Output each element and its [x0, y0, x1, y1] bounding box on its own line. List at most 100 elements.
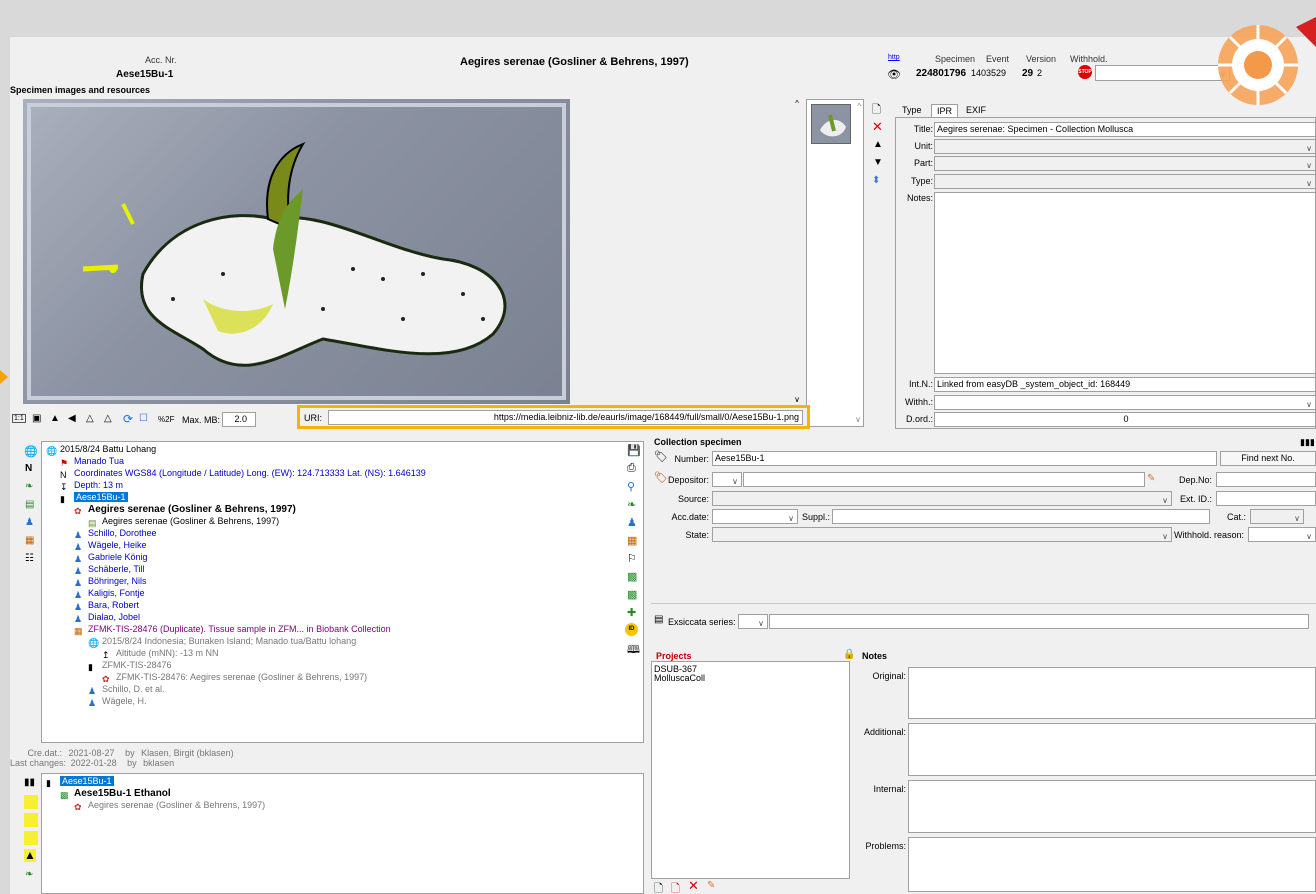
- move-down-icon[interactable]: ▼: [873, 157, 883, 168]
- tab-ipr[interactable]: IPR: [931, 104, 959, 117]
- flip-icon[interactable]: △: [104, 413, 112, 424]
- thumb-scroll-up[interactable]: ^: [857, 102, 861, 111]
- frame-icon[interactable]: ☐: [139, 413, 148, 424]
- north-icon[interactable]: N: [25, 463, 32, 474]
- intn-field[interactable]: Linked from easyDB _system_object_id: 16…: [934, 377, 1316, 392]
- thumbnail-item[interactable]: [811, 104, 851, 144]
- thumbnail-list[interactable]: ^ ∨: [806, 99, 864, 427]
- add-icon[interactable]: ✚: [627, 606, 636, 619]
- lock-icon[interactable]: 🔒: [843, 649, 855, 660]
- globe-dropdown-icon[interactable]: 🌐: [24, 445, 38, 458]
- depositor-field[interactable]: [743, 472, 1145, 487]
- thumb-scroll-down[interactable]: ∨: [855, 415, 861, 424]
- withhold-reason-select[interactable]: ∨: [1248, 527, 1316, 542]
- problems-notes[interactable]: [908, 837, 1316, 892]
- extid-field[interactable]: [1216, 491, 1316, 506]
- label-list-icon[interactable]: [24, 831, 38, 845]
- warning-icon[interactable]: ▲: [24, 849, 36, 862]
- photo-scrollbar[interactable]: ^ ∨: [789, 99, 805, 404]
- species-icon: ✿: [74, 802, 82, 812]
- delete-project-icon[interactable]: ✕: [688, 878, 699, 894]
- project-item[interactable]: MolluscaColl: [654, 673, 705, 683]
- person-icon[interactable]: ♟: [25, 517, 34, 528]
- number-field[interactable]: Aese15Bu-1: [712, 451, 1217, 466]
- projects-list[interactable]: DSUB-367 MolluscaColl: [651, 661, 850, 879]
- tab-exif[interactable]: EXIF: [961, 104, 991, 116]
- rotate-left-icon[interactable]: ◀: [68, 413, 76, 424]
- save-icon[interactable]: 💾: [627, 444, 641, 457]
- book-icon[interactable]: 🕮: [627, 641, 640, 660]
- duplicate-icon: ▦: [74, 626, 83, 636]
- part-select[interactable]: ∨: [934, 156, 1316, 171]
- image-icon[interactable]: ▩: [627, 570, 637, 583]
- zoom-in-icon[interactable]: ▲: [50, 413, 60, 424]
- dord-field[interactable]: 0: [934, 412, 1316, 427]
- internal-notes[interactable]: [908, 780, 1316, 833]
- tree-row-label: Schillo, D. et al.: [102, 684, 165, 694]
- eye-icon[interactable]: 👁: [887, 68, 901, 81]
- type-select[interactable]: ∨: [934, 174, 1316, 189]
- tree-row[interactable]: ♟ Wägele, H.: [88, 696, 147, 709]
- withh-select[interactable]: ∨: [934, 395, 1316, 410]
- depositor-select[interactable]: ∨: [712, 472, 742, 487]
- move-up-icon[interactable]: ▲: [873, 139, 883, 150]
- unit-select[interactable]: ∨: [934, 139, 1316, 154]
- duplicate-icon[interactable]: ▦: [25, 535, 34, 546]
- uri-field[interactable]: https://media.leibniz-lib.de/eaurls/imag…: [328, 410, 803, 425]
- barcode-icon-2[interactable]: ▮▮▮: [1300, 437, 1315, 448]
- leaf-dropdown-icon[interactable]: ❧: [627, 498, 636, 511]
- exsiccata-field[interactable]: [769, 614, 1309, 629]
- max-mb-field[interactable]: 2.0: [222, 412, 256, 427]
- barcode-icon[interactable]: ▮▮: [24, 777, 35, 788]
- image-icon-2[interactable]: ▩: [627, 588, 637, 601]
- remove-project-icon[interactable]: 🗋: [671, 880, 680, 894]
- exsiccata-select[interactable]: ∨: [738, 614, 768, 629]
- search-icon[interactable]: ⚲: [627, 480, 635, 493]
- depno-field[interactable]: [1216, 472, 1316, 487]
- cat-select[interactable]: ∨: [1250, 509, 1304, 524]
- max-mb-label: Max. MB:: [182, 415, 221, 425]
- document-icon[interactable]: ▤: [25, 499, 34, 510]
- http-link[interactable]: http: [888, 54, 900, 61]
- notes-field[interactable]: [934, 192, 1316, 374]
- parts-tree[interactable]: ▮ Aese15Bu-1 ▩ Aese15Bu-1 Ethanol ✿ Aegires s…: [41, 773, 644, 894]
- duplicate-icon-2[interactable]: ▦: [627, 534, 637, 547]
- additional-notes[interactable]: [908, 723, 1316, 776]
- relation-icon[interactable]: ⚐: [627, 552, 637, 565]
- delete-icon[interactable]: ✕: [872, 119, 883, 135]
- leaf-icon[interactable]: ❧: [25, 481, 33, 492]
- hierarchy-icon[interactable]: ☷: [25, 553, 34, 564]
- tree-row[interactable]: ✿ Aegires serenae (Gosliner & Behrens, 19…: [74, 800, 265, 813]
- images-section-title: Specimen images and resources: [10, 85, 151, 95]
- title-field[interactable]: Aegires serenae: Specimen - Collection M…: [934, 122, 1316, 137]
- label-grid-icon[interactable]: [24, 813, 38, 827]
- suppl-field[interactable]: [832, 509, 1210, 524]
- tree-row-label: Aese15Bu-1 Ethanol: [74, 788, 171, 799]
- source-select[interactable]: ∨: [712, 491, 1172, 506]
- accdate-field[interactable]: ∨: [712, 509, 798, 524]
- mirror-icon[interactable]: △: [86, 413, 94, 424]
- new-document-icon[interactable]: 🗋: [872, 101, 881, 120]
- find-next-button[interactable]: Find next No.: [1220, 451, 1316, 466]
- edit-depositor-icon[interactable]: ✎: [1147, 473, 1155, 484]
- refresh-icon[interactable]: ⟳: [123, 412, 133, 426]
- one-to-one-button[interactable]: 1:1: [12, 414, 26, 423]
- original-notes[interactable]: [908, 667, 1316, 719]
- leaf-icon-2[interactable]: ❧: [25, 869, 33, 880]
- additional-label: Additional:: [863, 727, 906, 737]
- tab-type[interactable]: Type: [897, 104, 927, 116]
- accdate-label: Acc.date:: [671, 512, 709, 522]
- cre-dat-label: Cre.dat.:: [27, 748, 62, 758]
- person-icon-2[interactable]: ♟: [627, 516, 637, 529]
- label-icon[interactable]: [24, 795, 38, 809]
- edit-project-icon[interactable]: ✎: [707, 880, 715, 891]
- id-icon[interactable]: ID: [625, 623, 638, 636]
- specimen-photo[interactable]: [23, 99, 570, 404]
- specimen-tree[interactable]: 🌐 2015/8/24 Battu Lohang ⚑ Manado Tua N Coord…: [41, 441, 644, 743]
- fit-icon[interactable]: ▣: [32, 413, 41, 424]
- exsiccata-label: Exsiccata series:: [668, 617, 736, 627]
- new-project-icon[interactable]: 🗋: [654, 880, 663, 894]
- sort-icon[interactable]: ⬍: [872, 175, 880, 186]
- state-select[interactable]: ∨: [712, 527, 1172, 542]
- print-icon[interactable]: ⎙: [627, 462, 636, 475]
